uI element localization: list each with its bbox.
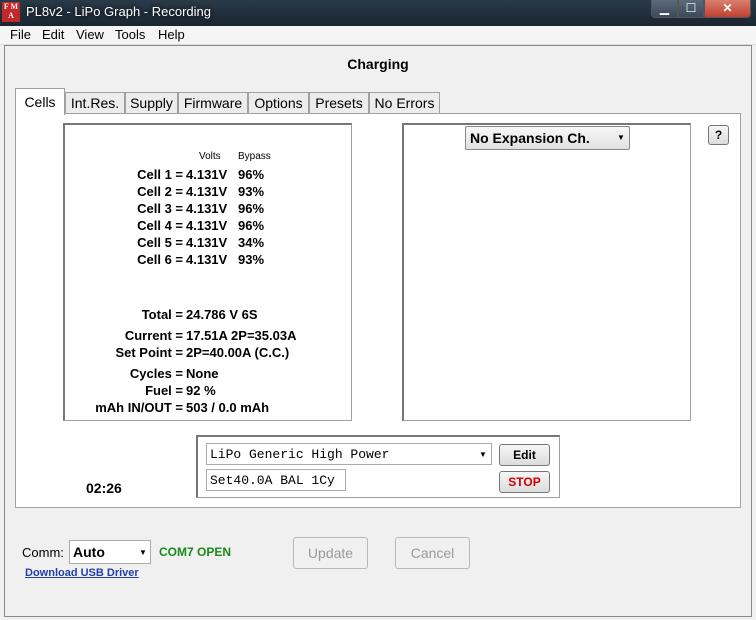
expansion-channel-dropdown[interactable]: No Expansion Ch. ▼ — [465, 126, 630, 150]
cell-bypass: 34% — [238, 235, 265, 250]
cell-bypass: 93% — [238, 252, 265, 267]
expansion-channel-value: No Expansion Ch. — [470, 130, 590, 146]
total-voltage-value: 24.786 V 6S — [186, 307, 258, 322]
cycles-value: None — [186, 366, 219, 381]
maximize-button[interactable]: ☐ — [678, 0, 704, 18]
comm-port-value: Auto — [73, 544, 105, 560]
menu-edit[interactable]: Edit — [42, 27, 64, 42]
profile-dropdown[interactable]: LiPo Generic High Power ▼ — [206, 443, 492, 465]
chevron-down-icon: ▼ — [479, 450, 487, 459]
connection-status: COM7 OPEN — [159, 545, 232, 559]
cell-label: Cell 4 = — [137, 218, 183, 233]
menu-bar — [0, 26, 756, 45]
tab-int-res[interactable]: Int.Res. — [65, 92, 125, 113]
bypass-column-header: Bypass — [238, 151, 271, 162]
menu-help[interactable]: Help — [158, 27, 185, 42]
fuel-value: 92 % — [186, 383, 216, 398]
comm-port-dropdown[interactable]: Auto ▼ — [69, 540, 151, 564]
cell-label: Cell 1 = — [137, 167, 183, 182]
cell-volts: 4.131V — [186, 218, 228, 233]
stat-label: Set Point = — [115, 345, 183, 360]
app-icon: F MA — [2, 2, 20, 22]
chevron-down-icon: ▼ — [139, 548, 147, 557]
tab-cells[interactable]: Cells — [15, 88, 65, 115]
cell-volts: 4.131V — [186, 235, 228, 250]
mah-value: 503 / 0.0 mAh — [186, 400, 270, 415]
cell-volts: 4.131V — [186, 201, 228, 216]
minimize-button[interactable]: ▁ — [651, 0, 678, 18]
set-point-value: 2P=40.00A (C.C.) — [186, 345, 290, 360]
stat-label: Current = — [124, 328, 183, 343]
cell-label: Cell 2 = — [137, 184, 183, 199]
current-value: 17.51A 2P=35.03A — [186, 328, 297, 343]
stat-label: Cycles = — [129, 366, 183, 381]
cell-volts: 4.131V — [186, 167, 228, 182]
comm-label: Comm: — [22, 545, 64, 560]
chevron-down-icon: ▼ — [617, 133, 625, 142]
stat-label: Total = — [141, 307, 183, 322]
cell-bypass: 96% — [238, 167, 265, 182]
help-button[interactable]: ? — [708, 125, 729, 145]
download-driver-link[interactable]: Download USB Driver — [25, 567, 139, 579]
cancel-button[interactable]: Cancel — [395, 537, 470, 569]
tab-options[interactable]: Options — [248, 92, 309, 113]
volts-column-header: Volts — [199, 151, 221, 162]
cell-bypass: 96% — [238, 218, 265, 233]
profile-value: LiPo Generic High Power — [210, 447, 390, 462]
stat-label: Fuel = — [145, 383, 183, 398]
cell-bypass: 93% — [238, 184, 265, 199]
cell-label: Cell 6 = — [137, 252, 183, 267]
menu-file[interactable]: File — [10, 27, 31, 42]
elapsed-timer: 02:26 — [86, 480, 122, 496]
cell-label: Cell 5 = — [137, 235, 183, 250]
tab-presets[interactable]: Presets — [309, 92, 369, 113]
cell-volts: 4.131V — [186, 252, 228, 267]
status-heading: Charging — [347, 56, 409, 72]
cell-label: Cell 3 = — [137, 201, 183, 216]
stat-label: mAh IN/OUT = — [95, 400, 183, 415]
cell-volts: 4.131V — [186, 184, 228, 199]
tab-firmware[interactable]: Firmware — [178, 92, 248, 113]
update-button[interactable]: Update — [293, 537, 368, 569]
edit-profile-button[interactable]: Edit — [499, 444, 550, 466]
window-title: PL8v2 - LiPo Graph - Recording — [26, 4, 211, 19]
tab-no-errors[interactable]: No Errors — [369, 92, 440, 113]
stop-button[interactable]: STOP — [499, 471, 550, 493]
menu-view[interactable]: View — [76, 27, 104, 42]
profile-settings-field: Set40.0A BAL 1Cy — [206, 469, 346, 491]
close-button[interactable]: ✕ — [704, 0, 751, 18]
expansion-panel — [402, 123, 691, 421]
menu-tools[interactable]: Tools — [115, 27, 145, 42]
cell-bypass: 96% — [238, 201, 265, 216]
tab-supply[interactable]: Supply — [125, 92, 178, 113]
